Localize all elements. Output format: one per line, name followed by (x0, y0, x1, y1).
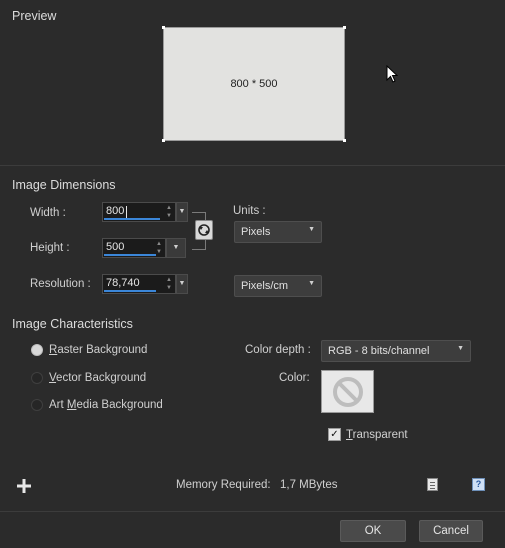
aspect-lock-button[interactable] (195, 220, 213, 240)
width-dropdown-button[interactable]: ▼ (176, 202, 188, 222)
color-depth-select[interactable]: RGB - 8 bits/channel ▼ (321, 340, 471, 362)
width-input[interactable]: 800 ▲ ▼ (102, 202, 176, 222)
ok-button[interactable]: OK (340, 520, 406, 542)
image-characteristics-title: Image Characteristics (12, 317, 133, 331)
height-value: 500 (106, 241, 125, 253)
height-spin-arrows[interactable]: ▲ ▼ (154, 240, 164, 256)
chevron-down-icon: ▼ (308, 280, 315, 287)
height-dropdown-button[interactable]: ▼ (166, 238, 186, 258)
preview-title: Preview (12, 9, 57, 23)
memory-required-label: Memory Required: (176, 479, 271, 491)
preview-canvas: 800 * 500 (163, 27, 345, 141)
link-icon (198, 224, 210, 236)
vector-background-radio[interactable] (31, 372, 43, 384)
resolution-slider-bar[interactable] (104, 290, 156, 292)
cancel-button[interactable]: Cancel (419, 520, 483, 542)
plus-icon[interactable] (17, 479, 31, 493)
no-color-icon (333, 377, 363, 407)
width-value: 800 (106, 205, 125, 217)
color-label: Color: (279, 372, 310, 384)
mouse-cursor-icon (386, 65, 398, 83)
preview-size-label: 800 * 500 (230, 78, 278, 90)
height-slider-bar[interactable] (104, 254, 156, 256)
units-select[interactable]: Pixels ▼ (234, 221, 322, 243)
chevron-down-icon: ▼ (457, 345, 464, 352)
width-label: Width : (30, 207, 66, 219)
preview-corner (162, 26, 165, 29)
color-depth-label: Color depth : (245, 344, 311, 356)
color-depth-value: RGB - 8 bits/channel (328, 345, 430, 357)
image-dimensions-title: Image Dimensions (12, 178, 116, 192)
help-icon[interactable]: ? (472, 478, 485, 491)
resolution-label: Resolution : (30, 278, 91, 290)
memory-required-value: 1,7 MBytes (280, 479, 338, 491)
width-slider-bar[interactable] (104, 218, 160, 220)
transparent-label[interactable]: Transparent (346, 429, 408, 441)
units-label: Units : (233, 205, 266, 217)
height-input[interactable]: 500 ▲ ▼ (102, 238, 166, 258)
chevron-down-icon: ▼ (308, 226, 315, 233)
resolution-dropdown-button[interactable]: ▼ (176, 274, 188, 294)
preview-corner (162, 139, 165, 142)
resolution-input[interactable]: 78,740 ▲ ▼ (102, 274, 176, 294)
preview-corner (343, 26, 346, 29)
transparent-checkbox[interactable]: ✓ (328, 428, 341, 441)
document-icon[interactable] (427, 478, 438, 491)
preview-corner (343, 139, 346, 142)
color-swatch[interactable] (321, 370, 374, 413)
art-media-background-label[interactable]: Art Media Background (49, 399, 163, 411)
width-spin-arrows[interactable]: ▲ ▼ (164, 204, 174, 220)
art-media-background-radio[interactable] (31, 399, 43, 411)
units-value: Pixels (241, 226, 271, 238)
divider (0, 165, 505, 166)
resolution-units-select[interactable]: Pixels/cm ▼ (234, 275, 322, 297)
raster-background-label[interactable]: Raster Background (49, 344, 147, 356)
resolution-spin-arrows[interactable]: ▲ ▼ (164, 276, 174, 292)
divider (0, 511, 505, 512)
height-label: Height : (30, 242, 70, 254)
resolution-units-value: Pixels/cm (241, 280, 289, 292)
raster-background-radio[interactable] (31, 344, 43, 356)
resolution-value: 78,740 (106, 277, 140, 289)
vector-background-label[interactable]: Vector Background (49, 372, 146, 384)
